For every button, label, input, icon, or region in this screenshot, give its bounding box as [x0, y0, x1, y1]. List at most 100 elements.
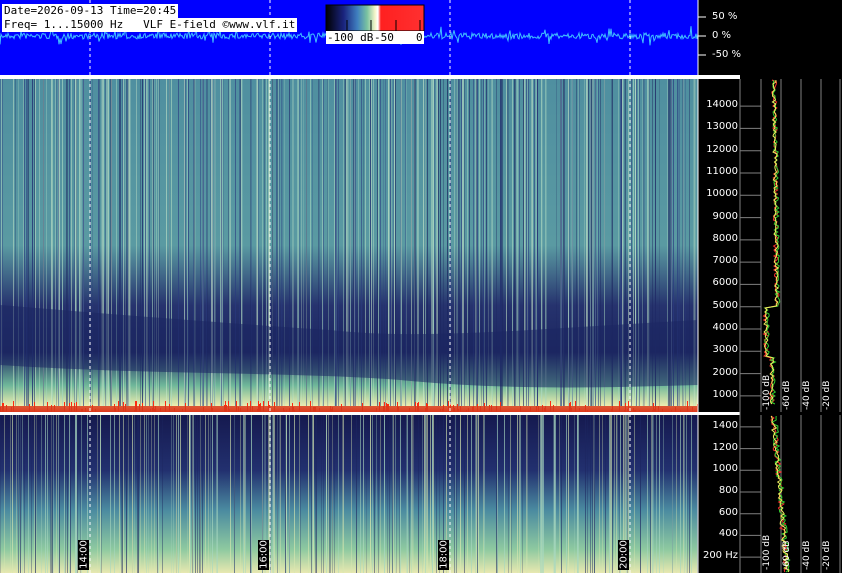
spectrogram-stripe: [611, 415, 612, 573]
spectrum-panel-grid: [739, 79, 841, 573]
spectrogram-stripe: [360, 415, 361, 573]
spectrogram-stripe: [477, 415, 478, 573]
spectrogram-stripe: [522, 415, 523, 573]
spectrogram-stripe: [328, 415, 329, 573]
frequency-tick-label: 200 Hz: [702, 550, 738, 562]
spectrogram-stripe: [543, 415, 544, 573]
spectrogram-stripe: [321, 415, 322, 573]
spectrogram-stripe: [31, 415, 32, 573]
spectrogram-stripe: [64, 415, 65, 573]
spectrogram-stripe: [424, 415, 425, 573]
spectrogram-stripe: [541, 415, 542, 573]
frequency-tick-label: 800: [718, 485, 738, 496]
spectrogram-stripe: [683, 415, 684, 573]
spectrogram-stripe: [652, 415, 653, 573]
spectrogram-stripe: [684, 415, 685, 573]
spectrogram-stripe: [144, 415, 145, 573]
spectrogram-stripe: [200, 415, 201, 573]
spectrogram-stripe: [374, 415, 375, 573]
separator-bar: [0, 75, 740, 79]
frequency-tick-label: 11000: [706, 166, 738, 177]
waveform-label-0: 0 %: [712, 30, 732, 41]
spectrogram-stripe: [126, 415, 127, 573]
spectrogram-stripe: [454, 415, 455, 573]
time-label-1600: 16:00: [258, 540, 270, 570]
spectrogram-stripe: [577, 415, 578, 573]
spectrogram-stripe: [640, 415, 641, 573]
spectrogram-stripe: [10, 415, 11, 573]
spectrum-db-label: -100 dB: [762, 374, 772, 410]
spectrogram-stripe: [653, 415, 654, 573]
spectrogram-stripe: [356, 415, 357, 573]
frequency-tick-label: 6000: [712, 277, 738, 289]
spectrum-db-label: -60 dB: [782, 540, 792, 570]
spectrogram-stripe: [56, 415, 57, 573]
spectrogram-stripe: [311, 415, 312, 573]
spectrogram-stripe: [689, 415, 690, 573]
spectrogram-stripe: [372, 415, 373, 573]
spectrogram-stripe: [599, 415, 600, 573]
spectrogram-stripe: [672, 415, 673, 573]
spectrogram-stripe: [286, 415, 287, 573]
spectrogram-stripe: [210, 415, 211, 573]
spectrogram-stripe: [578, 415, 579, 573]
spectrogram-stripe: [199, 415, 200, 573]
spectrogram-stripe: [519, 415, 520, 573]
spectrogram-stripe: [426, 415, 427, 573]
spectrogram-stripe: [432, 415, 433, 573]
spectrogram-stripe: [484, 415, 485, 573]
spectrogram-stripe: [162, 415, 163, 573]
spectrogram-stripe: [294, 415, 295, 573]
spectrogram-stripe: [171, 415, 172, 573]
frequency-tick-label: 3000: [712, 344, 738, 356]
spectrum-db-label: -40 dB: [802, 380, 812, 410]
spectrogram-stripe: [380, 415, 381, 573]
spectrogram-stripe: [389, 415, 390, 573]
spectrogram-stripe: [250, 415, 251, 573]
frequency-tick-label: 600: [718, 506, 738, 518]
frequency-tick-lines: [740, 105, 761, 558]
spectrogram-stripe: [58, 415, 59, 573]
spectrogram-stripe: [647, 415, 648, 573]
colorbar-labels: -100 dB -50 0: [326, 31, 424, 44]
spectrogram-stripe: [234, 415, 235, 573]
waveform-label-minus50: -50 %: [712, 49, 742, 60]
spectrogram-stripe: [436, 415, 437, 573]
spectrogram-stripe: [634, 415, 635, 573]
spectrogram-stripe: [121, 415, 122, 573]
spectrogram-stripe: [75, 415, 76, 573]
spectrogram-stripe: [216, 415, 217, 573]
spectrogram-stripe: [279, 415, 280, 573]
spectrogram-stripe: [272, 415, 273, 573]
spectrogram-stripe: [574, 415, 575, 573]
pct-ticks: [698, 16, 706, 56]
spectrogram-stripe: [559, 415, 560, 573]
header-date-time: Date=2026-09-13 Time=20:45: [2, 4, 179, 18]
spectrogram-stripe: [587, 415, 588, 573]
spectrogram-stripe: [520, 415, 521, 573]
frequency-tick-label: 1200: [712, 441, 738, 453]
spectrogram-stripe: [464, 415, 465, 573]
spectrogram-stripe: [110, 415, 111, 573]
spectrogram-stripe: [566, 415, 567, 573]
spectrogram-stripe: [280, 415, 281, 573]
spectrogram-stripe: [151, 415, 152, 573]
spectrogram-stripe: [230, 415, 231, 573]
spectrogram-stripe: [128, 415, 129, 573]
spectrogram-stripe: [326, 415, 327, 573]
spectrogram-stripe: [478, 415, 479, 573]
spectrogram-stripe: [53, 415, 54, 573]
spectrogram-stripe: [497, 415, 498, 573]
spectrogram-stripe: [45, 415, 46, 573]
colorbar-label-min: -100 dB: [327, 31, 374, 44]
spectrogram-stripe: [35, 415, 36, 573]
spectrum-db-label: -100 dB: [762, 534, 772, 570]
spectrogram-stripe: [18, 415, 19, 573]
spectrogram-stripe: [680, 415, 681, 573]
spectrogram-stripe: [590, 415, 591, 573]
spectrogram-stripe: [47, 415, 48, 573]
spectrogram-stripe: [511, 415, 512, 573]
frequency-tick-label: 9000: [712, 210, 738, 222]
time-label-2000: 20:00: [618, 540, 630, 570]
spectrogram-stripe: [189, 415, 190, 573]
